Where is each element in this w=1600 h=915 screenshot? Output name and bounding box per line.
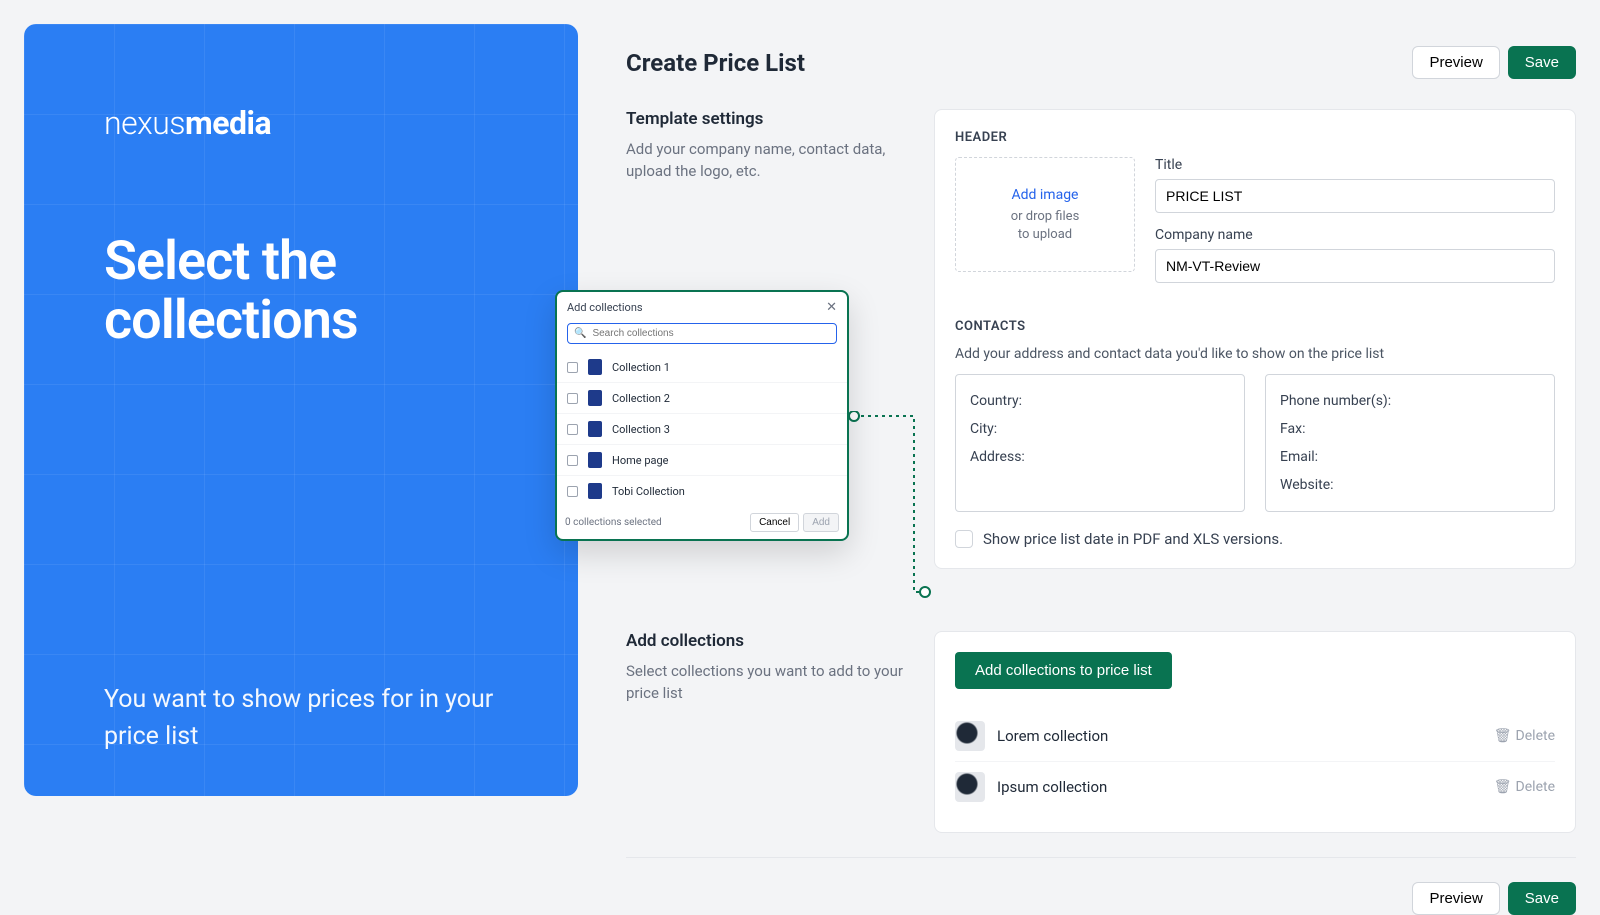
show-date-checkbox[interactable] [955,530,973,548]
collection-name: Ipsum collection [997,778,1482,796]
checkbox[interactable] [567,362,578,373]
list-item: Tobi Collection [557,476,847,506]
save-button[interactable]: Save [1508,46,1576,79]
list-item: Home page [557,445,847,476]
template-settings-description: Add your company name, contact data, upl… [626,139,906,183]
collection-thumbnail [588,359,602,375]
contacts-section-subtitle: Add your address and contact data you'd … [955,346,1555,362]
list-item: Ipsum collection 🗑 Delete [955,761,1555,812]
collection-thumbnail [588,421,602,437]
brand-logo: nexusmedia [104,104,498,142]
list-item: Lorem collection 🗑 Delete [955,711,1555,761]
title-input[interactable] [1155,179,1555,213]
checkbox[interactable] [567,455,578,466]
search-icon: 🔍 [574,328,586,339]
delete-button[interactable]: 🗑 Delete [1494,779,1555,795]
collection-thumbnail [588,483,602,499]
selection-count: 0 collections selected [565,517,662,528]
promo-subtitle: You want to show prices for in your pric… [104,681,498,756]
collection-thumbnail [955,721,985,751]
list-item: Collection 3 [557,414,847,445]
search-input-wrapper[interactable]: 🔍 [567,323,837,344]
collection-thumbnail [955,772,985,802]
header-section-title: HEADER [955,130,1555,145]
promo-panel: nexusmedia Select the collections You wa… [24,24,578,796]
add-image-link[interactable]: Add image [1012,186,1079,205]
save-button-bottom[interactable]: Save [1508,882,1576,915]
promo-title: Select the collections [104,232,498,351]
trash-icon: 🗑 [1494,779,1512,795]
close-icon[interactable]: ✕ [826,300,837,315]
add-button[interactable]: Add [803,513,839,532]
add-collections-modal: Add collections ✕ 🔍 Collection 1 Collect… [555,290,849,541]
add-collections-button[interactable]: Add collections to price list [955,652,1172,689]
search-input[interactable] [592,328,830,339]
company-label: Company name [1155,227,1555,243]
company-input[interactable] [1155,249,1555,283]
contacts-address-box[interactable]: Country: City: Address: [955,374,1245,512]
list-item: Collection 2 [557,383,847,414]
add-collections-heading: Add collections [626,631,906,651]
contacts-section-title: CONTACTS [955,319,1555,334]
preview-button-bottom[interactable]: Preview [1412,882,1499,915]
delete-button[interactable]: 🗑 Delete [1494,728,1555,744]
checkbox[interactable] [567,424,578,435]
modal-title: Add collections [567,301,643,314]
page-title: Create Price List [626,49,805,77]
collection-thumbnail [588,452,602,468]
show-date-label: Show price list date in PDF and XLS vers… [983,530,1283,548]
collection-thumbnail [588,390,602,406]
contacts-comm-box[interactable]: Phone number(s): Fax: Email: Website: [1265,374,1555,512]
preview-button[interactable]: Preview [1412,46,1499,79]
title-label: Title [1155,157,1555,173]
trash-icon: 🗑 [1494,728,1512,744]
checkbox[interactable] [567,486,578,497]
cancel-button[interactable]: Cancel [750,513,799,532]
image-upload-dropzone[interactable]: Add image or drop files to upload [955,157,1135,272]
checkbox[interactable] [567,393,578,404]
add-collections-description: Select collections you want to add to yo… [626,661,906,705]
list-item: Collection 1 [557,352,847,383]
template-settings-heading: Template settings [626,109,906,129]
collection-name: Lorem collection [997,727,1482,745]
